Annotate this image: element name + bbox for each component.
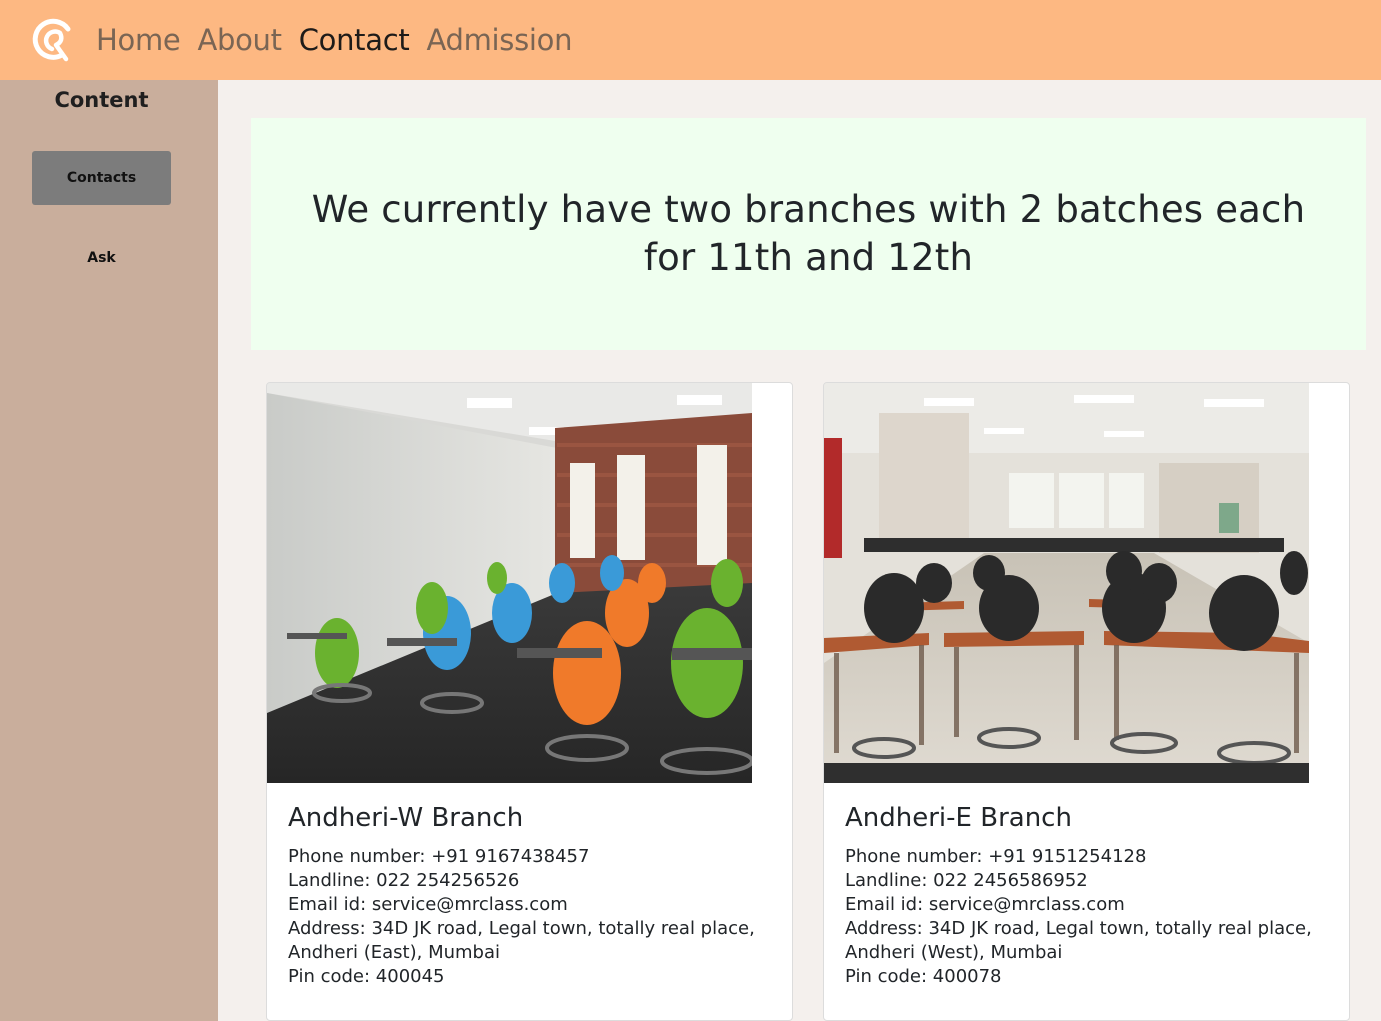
branch-title: Andheri-E Branch xyxy=(845,803,1072,833)
branch-phone: Phone number: +91 9151254128 xyxy=(845,846,1147,867)
nav-about-link[interactable]: About xyxy=(197,23,282,57)
branch-title: Andheri-W Branch xyxy=(288,803,524,833)
hero-banner: We currently have two branches with 2 ba… xyxy=(251,118,1366,350)
logo-icon[interactable] xyxy=(28,15,78,65)
branch-address-line1: Address: 34D JK road, Legal town, totall… xyxy=(288,918,755,939)
branch-address-line2: Andheri (West), Mumbai xyxy=(845,942,1063,963)
sidebar-title: Content xyxy=(54,88,149,112)
branch-card-andheri-w: Andheri-W Branch Phone number: +91 91674… xyxy=(266,382,793,1021)
branch-phone: Phone number: +91 9167438457 xyxy=(288,846,590,867)
classroom-colorful-chairs-image xyxy=(267,383,752,783)
nav-contact-link[interactable]: Contact xyxy=(299,23,410,57)
classroom-photo xyxy=(824,383,1309,783)
hero-heading: We currently have two branches with 2 ba… xyxy=(311,188,1306,279)
branch-pin: Pin code: 400078 xyxy=(845,966,1002,987)
branch-address-line2: Andheri (East), Mumbai xyxy=(288,942,501,963)
classroom-photo xyxy=(267,383,752,783)
sidebar-item-contacts[interactable]: Contacts xyxy=(32,151,171,205)
branch-pin: Pin code: 400045 xyxy=(288,966,445,987)
branch-landline: Landline: 022 2456586952 xyxy=(845,870,1088,891)
nav-admission-link[interactable]: Admission xyxy=(426,23,572,57)
branch-card-andheri-e: Andheri-E Branch Phone number: +91 91512… xyxy=(823,382,1350,1021)
branch-email: Email id: service@mrclass.com xyxy=(288,894,568,915)
branch-card-body: Andheri-W Branch Phone number: +91 91674… xyxy=(288,803,778,989)
nav-home-link[interactable]: Home xyxy=(96,23,181,57)
branch-landline: Landline: 022 254256526 xyxy=(288,870,520,891)
branch-details: Phone number: +91 9167438457 Landline: 0… xyxy=(288,845,778,989)
sidebar-item-ask[interactable]: Ask xyxy=(32,250,171,266)
branch-details: Phone number: +91 9151254128 Landline: 0… xyxy=(845,845,1335,989)
branch-card-body: Andheri-E Branch Phone number: +91 91512… xyxy=(845,803,1335,989)
top-navbar: Home About Contact Admission xyxy=(0,0,1381,80)
branch-address-line1: Address: 34D JK road, Legal town, totall… xyxy=(845,918,1312,939)
science-lab-classroom-image xyxy=(824,383,1309,783)
sidebar: Content Contacts Ask xyxy=(0,80,218,1021)
branch-email: Email id: service@mrclass.com xyxy=(845,894,1125,915)
